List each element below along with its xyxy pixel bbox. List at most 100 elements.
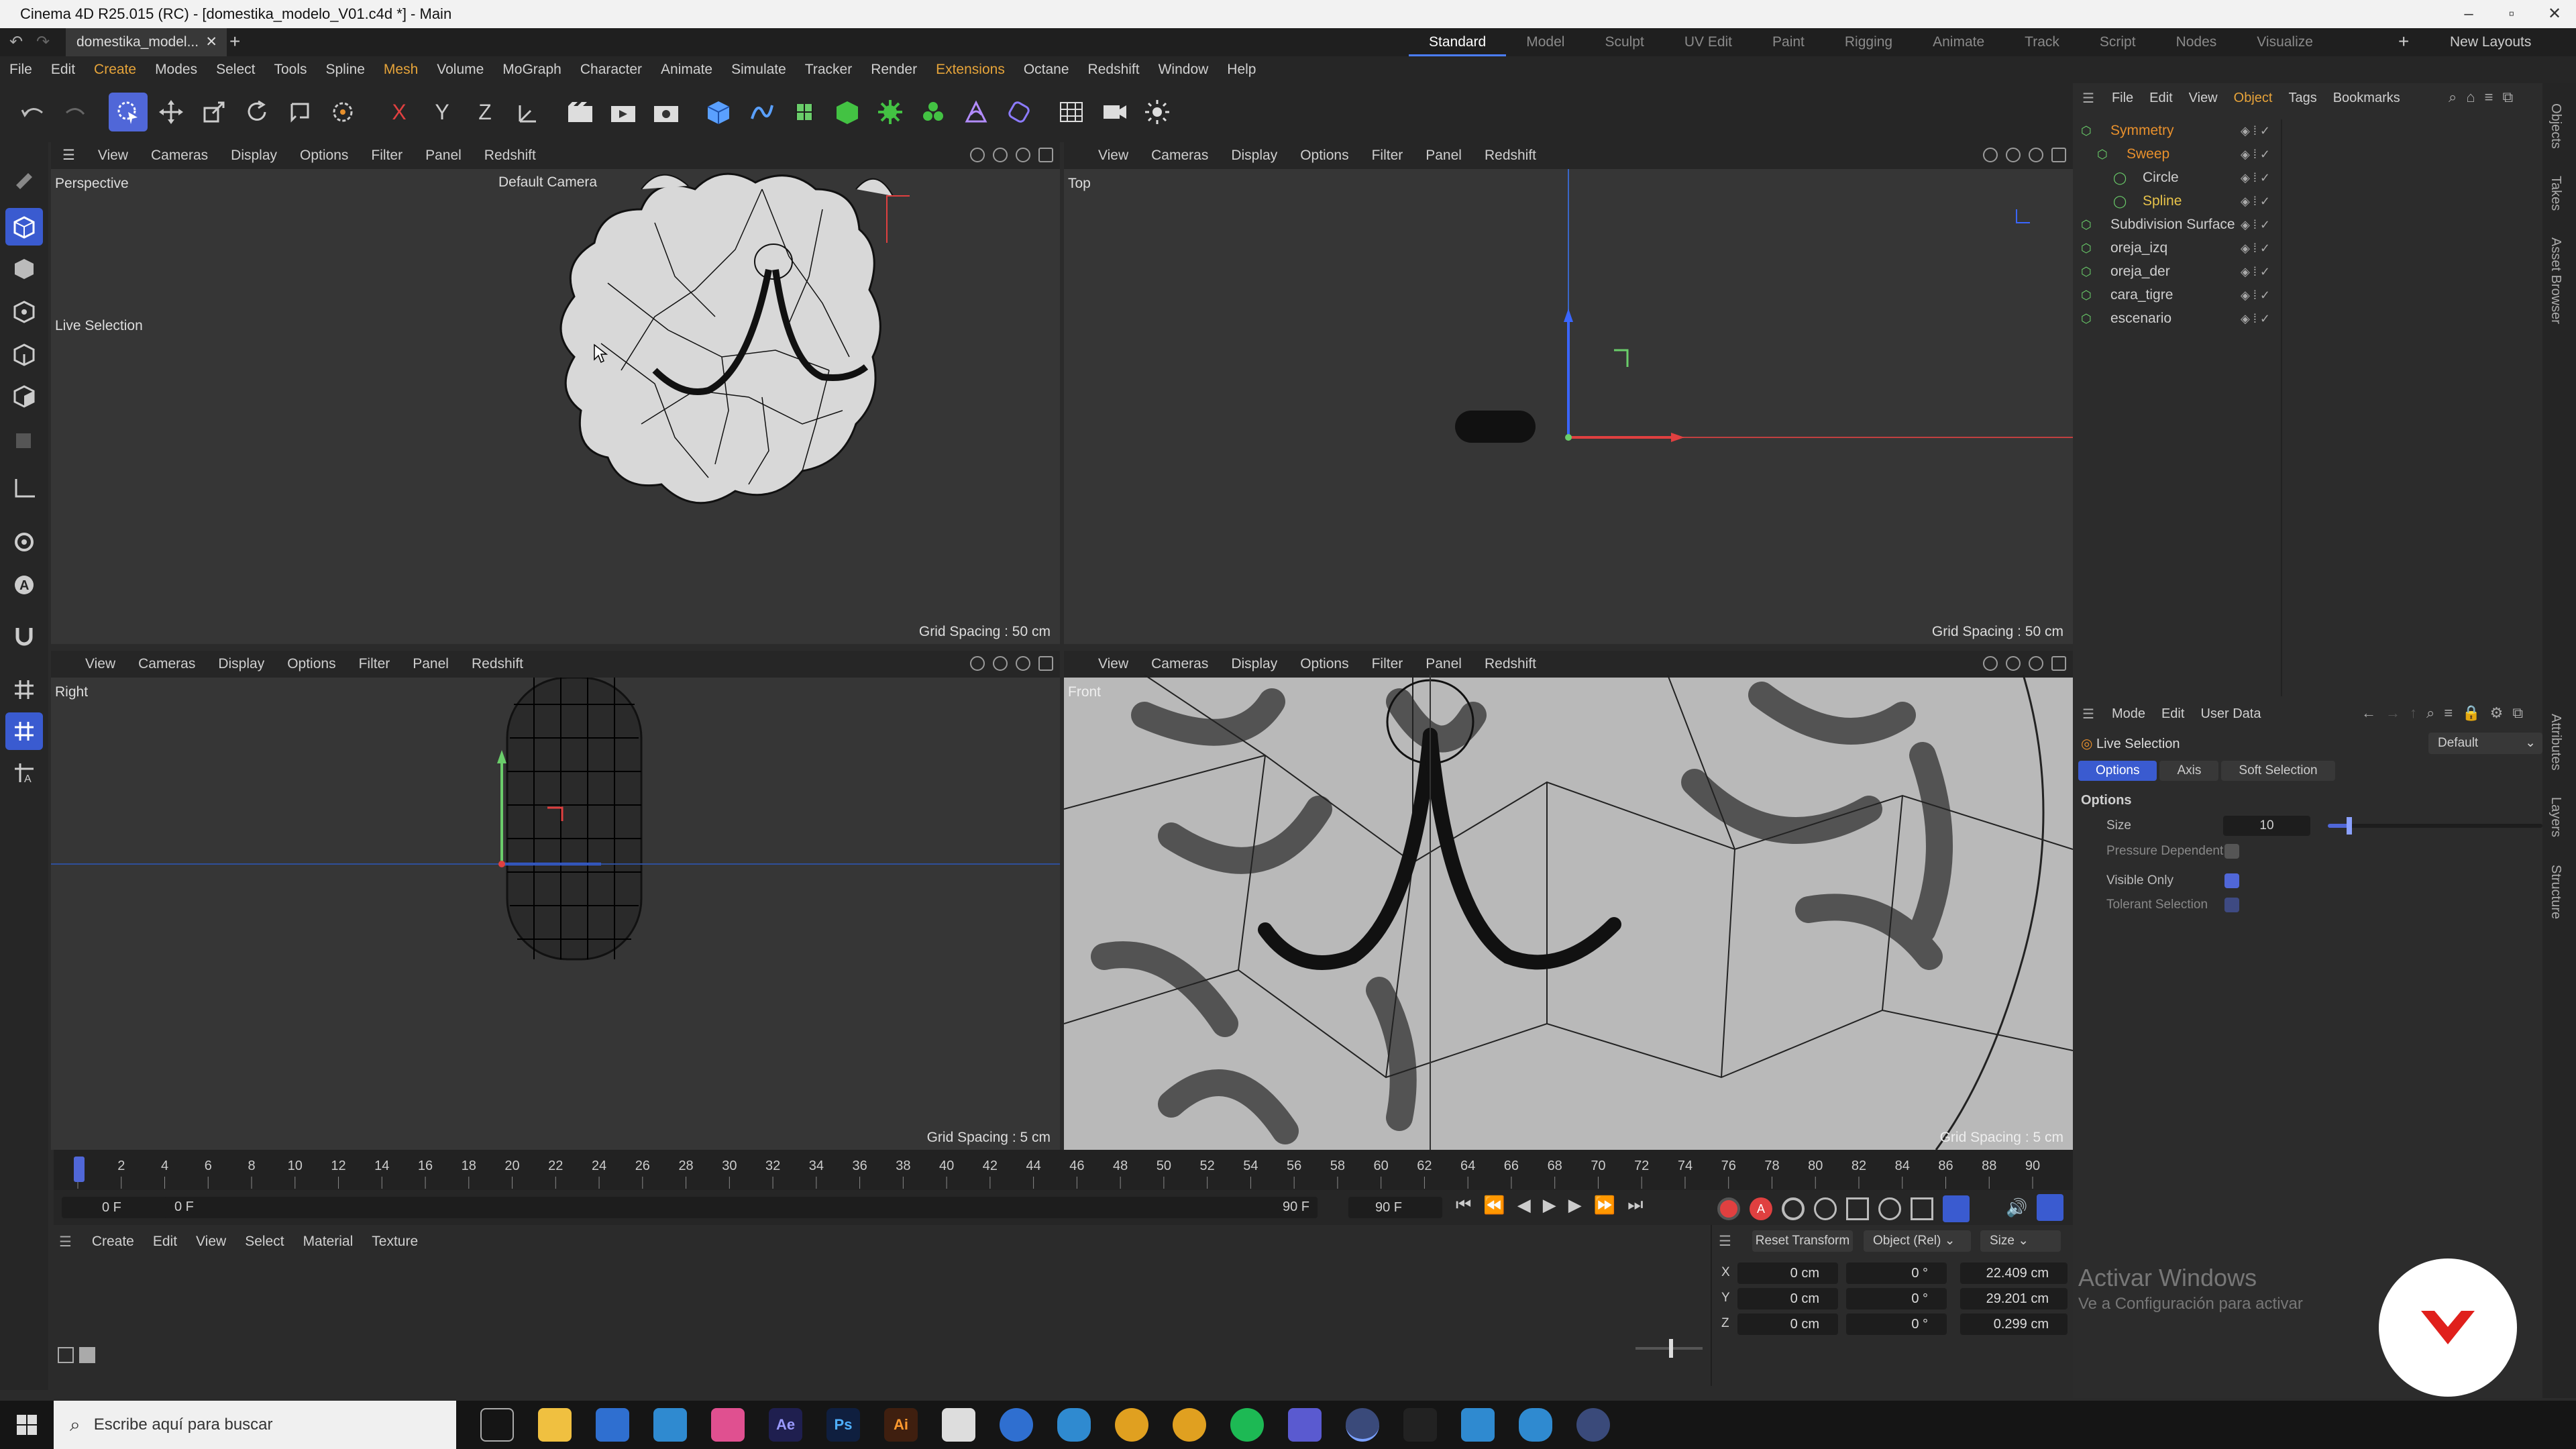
- search-icon[interactable]: ⌕: [2426, 704, 2434, 722]
- size-mode-dropdown[interactable]: Size ⌄: [1980, 1230, 2061, 1252]
- sound-icon[interactable]: 🔊: [2006, 1197, 2027, 1218]
- undo-icon[interactable]: [13, 93, 52, 131]
- viewport-menu-display[interactable]: Display: [1220, 142, 1289, 169]
- layout-tab-standard[interactable]: Standard: [1409, 28, 1507, 56]
- menu-select[interactable]: Select: [207, 56, 264, 83]
- teams-icon[interactable]: [1288, 1408, 1322, 1442]
- settings-icon[interactable]: ⚙: [2490, 704, 2504, 722]
- coord-position-field[interactable]: 0 cm: [1737, 1313, 1838, 1335]
- cinema4d-alt-icon[interactable]: [1576, 1408, 1610, 1442]
- viewport-menu-options[interactable]: Options: [1289, 651, 1360, 678]
- object-menu-view[interactable]: View: [2181, 91, 2226, 106]
- transform-icon[interactable]: [323, 93, 362, 131]
- layout-tab-nodes[interactable]: Nodes: [2156, 28, 2237, 56]
- filter-icon[interactable]: ≡: [2444, 704, 2453, 722]
- key-settings-icon[interactable]: [1782, 1197, 1805, 1220]
- new-window-icon[interactable]: ⧉: [2512, 704, 2523, 722]
- viewport-menu-cameras[interactable]: Cameras: [140, 142, 219, 169]
- material-menu-view[interactable]: View: [186, 1234, 235, 1250]
- viewport-menu-display[interactable]: Display: [1220, 651, 1289, 678]
- maximize-view-icon[interactable]: [1038, 656, 1053, 671]
- preset-dropdown[interactable]: Default ⌄: [2428, 733, 2542, 754]
- right-viewport[interactable]: View Cameras Display Options Filter Panel Reds…: [51, 651, 1060, 1150]
- layout-tab-animate[interactable]: Animate: [1913, 28, 2004, 56]
- object-row[interactable]: ⬡ oreja_izq ◈ ⁞ ✓: [2073, 237, 2274, 260]
- grid-snap-icon[interactable]: [5, 671, 43, 708]
- prev-key-icon[interactable]: ⏪: [1483, 1195, 1505, 1216]
- size-slider[interactable]: [2328, 817, 2542, 835]
- file-explorer-icon[interactable]: [538, 1408, 572, 1442]
- visibility-toggle-icon[interactable]: ◈ ⁞ ✓: [2241, 284, 2270, 307]
- go-to-start-icon[interactable]: ⏮: [1456, 1194, 1471, 1216]
- side-tab-objects[interactable]: Objects: [2548, 103, 2563, 149]
- key-scale-icon[interactable]: [1878, 1197, 1901, 1220]
- material-menu-texture[interactable]: Texture: [362, 1234, 427, 1250]
- object-row[interactable]: ⬡ Subdivision Surface ◈ ⁞ ✓: [2073, 213, 2274, 236]
- viewport-menu-redshift[interactable]: Redshift: [473, 142, 547, 169]
- menu-mograph[interactable]: MoGraph: [493, 56, 571, 83]
- move-view-icon[interactable]: [993, 656, 1008, 671]
- field-icon[interactable]: [1000, 93, 1038, 131]
- photoshop-icon[interactable]: Ps: [826, 1408, 860, 1442]
- menu-extensions[interactable]: Extensions: [926, 56, 1014, 83]
- maximize-button[interactable]: ▫: [2490, 0, 2533, 28]
- material-menu-icon[interactable]: ☰: [48, 1234, 83, 1250]
- key-position-icon[interactable]: [1814, 1197, 1837, 1220]
- viewport-menu-options[interactable]: Options: [1289, 142, 1360, 169]
- menu-redshift[interactable]: Redshift: [1079, 56, 1149, 83]
- bend-deformer-icon[interactable]: [957, 93, 996, 131]
- next-frame-icon[interactable]: ▶: [1568, 1195, 1582, 1216]
- viewport-menu-display[interactable]: Display: [219, 142, 288, 169]
- reset-transform-button[interactable]: Reset Transform: [1752, 1230, 1853, 1252]
- layout-tab-sculpt[interactable]: Sculpt: [1585, 28, 1664, 56]
- side-tab-structure[interactable]: Structure: [2548, 865, 2563, 919]
- viewport-menu-panel[interactable]: Panel: [401, 651, 460, 678]
- floor-icon[interactable]: [1052, 93, 1091, 131]
- play-icon[interactable]: ▶: [1543, 1195, 1556, 1216]
- grid-view-icon[interactable]: [79, 1347, 95, 1363]
- object-menu-edit[interactable]: Edit: [2141, 91, 2180, 106]
- axis-snap-icon[interactable]: [5, 712, 43, 750]
- magnet-icon[interactable]: [5, 617, 43, 655]
- viewport-menu-display[interactable]: Display: [207, 651, 276, 678]
- windows-start-icon[interactable]: [0, 1415, 54, 1435]
- move-view-icon[interactable]: [2006, 656, 2021, 671]
- layout-tab-track[interactable]: Track: [2004, 28, 2080, 56]
- polygons-mode-icon[interactable]: [5, 377, 43, 415]
- viewport-menu-view[interactable]: View: [1087, 142, 1140, 169]
- close-tab-icon[interactable]: ✕: [205, 28, 217, 56]
- workplane-icon[interactable]: [5, 470, 43, 507]
- list-view-icon[interactable]: [58, 1347, 74, 1363]
- spotify-icon[interactable]: [1230, 1408, 1264, 1442]
- mail-icon[interactable]: [653, 1408, 687, 1442]
- rotate-view-icon[interactable]: [2029, 148, 2043, 162]
- tolerant-checkbox[interactable]: [2224, 898, 2239, 912]
- prev-frame-icon[interactable]: ◀: [1517, 1195, 1531, 1216]
- viewport-menu-icon[interactable]: [1064, 651, 1087, 678]
- layout-tab-paint[interactable]: Paint: [1752, 28, 1825, 56]
- current-frame-field[interactable]: 0 F: [62, 1197, 176, 1218]
- coord-rotation-field[interactable]: 0 °: [1846, 1263, 1947, 1284]
- object-menu-file[interactable]: File: [2104, 91, 2141, 106]
- render-region-icon[interactable]: [561, 93, 600, 131]
- task-view-icon[interactable]: [480, 1408, 514, 1442]
- key-param-icon[interactable]: [1911, 1197, 1933, 1220]
- generator-cube-icon[interactable]: [828, 93, 867, 131]
- object-row[interactable]: ◯ Circle ◈ ⁞ ✓: [2073, 166, 2274, 189]
- redo-icon[interactable]: [56, 93, 95, 131]
- layout-tab-script[interactable]: Script: [2080, 28, 2156, 56]
- visible-only-checkbox[interactable]: [2224, 873, 2239, 888]
- add-tab-button[interactable]: +: [229, 31, 240, 52]
- menu-mesh[interactable]: Mesh: [374, 56, 427, 83]
- file-tab[interactable]: domestika_model... ✕: [66, 28, 227, 56]
- coord-size-field[interactable]: 29.201 cm: [1960, 1288, 2068, 1309]
- timeline-ruler[interactable]: 0246810121416182022242628303234363840424…: [54, 1150, 2073, 1190]
- menu-volume[interactable]: Volume: [427, 56, 493, 83]
- attribute-menu-mode[interactable]: Mode: [2104, 706, 2153, 722]
- timeline-options-icon[interactable]: [2037, 1194, 2064, 1221]
- viewport-menu-icon[interactable]: [51, 651, 74, 678]
- search-icon[interactable]: ⌕: [2449, 89, 2457, 106]
- visibility-toggle-icon[interactable]: ◈ ⁞ ✓: [2241, 213, 2270, 236]
- viewport-menu-options[interactable]: Options: [288, 142, 360, 169]
- lasso-icon[interactable]: [280, 93, 319, 131]
